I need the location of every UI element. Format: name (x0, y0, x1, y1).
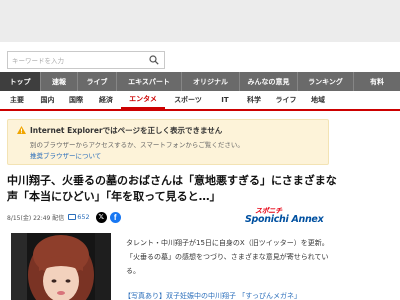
nav-tab-top[interactable]: トップ (0, 72, 41, 91)
category-tab-entertainment[interactable]: エンタメ (121, 91, 165, 109)
related-photo-link[interactable]: 【写真あり】双子妊娠中の中川翔子 「すっぴんメガネ」 (124, 291, 334, 300)
search-input[interactable] (12, 55, 142, 67)
category-tab-economy[interactable]: 経済 (91, 91, 121, 109)
browser-warning-notice: Internet Explorerではページを正しく表示できません 別のブラウザ… (7, 119, 329, 165)
search-box[interactable] (7, 51, 165, 69)
nav-tab-ranking[interactable]: ランキング (298, 72, 354, 91)
notice-title: Internet Explorerではページを正しく表示できません (30, 126, 223, 135)
logo-main-text: Sponichi Annex (245, 214, 324, 225)
category-tab-it[interactable]: IT (211, 91, 239, 109)
article-meta: 8/15(金) 22:49 配信 652 𝕏 f (7, 211, 121, 223)
article-photo[interactable] (11, 233, 111, 300)
nav-tab-expert[interactable]: エキスパート (117, 72, 182, 91)
sponichi-logo[interactable]: スポニチ Sponichi Annex (245, 206, 327, 228)
comment-count[interactable]: 652 (77, 213, 89, 221)
category-tab-domestic[interactable]: 国内 (34, 91, 61, 109)
category-tab-life[interactable]: ライフ (269, 91, 303, 109)
notice-message: 別のブラウザーからアクセスするか、スマートフォンからご覧ください。 (30, 141, 244, 149)
nav-tab-live[interactable]: ライブ (78, 72, 117, 91)
facebook-share-icon[interactable]: f (109, 211, 121, 223)
comment-icon[interactable] (68, 214, 77, 220)
photo-illustration (11, 233, 111, 300)
nav-tab-original[interactable]: オリジナル (182, 72, 240, 91)
category-nav: 主要 国内 国際 経済 エンタメ スポーツ IT 科学 ライフ 地域 (0, 91, 400, 111)
publish-date: 8/15(金) 22:49 配信 (7, 214, 65, 222)
warning-icon (17, 126, 26, 134)
category-tab-international[interactable]: 国際 (61, 91, 91, 109)
article-headline: 中川翔子、火垂るの墓のおばさんは「意地悪すぎる」にさまざまな声「本当にひどい」「… (7, 174, 337, 203)
article-lead: タレント・中川翔子が15日に自身のX（旧ツイッター）を更新。「火垂るの墓」の感想… (126, 239, 329, 275)
nav-tab-opinions[interactable]: みんなの意見 (240, 72, 298, 91)
nav-tab-breaking[interactable]: 速報 (41, 72, 78, 91)
search-icon[interactable] (149, 55, 159, 65)
category-tab-sports[interactable]: スポーツ (165, 91, 211, 109)
x-share-icon[interactable]: 𝕏 (95, 211, 107, 223)
category-tab-science[interactable]: 科学 (239, 91, 269, 109)
top-banner-area (0, 0, 400, 42)
category-tab-main[interactable]: 主要 (0, 91, 34, 109)
primary-nav: トップ 速報 ライブ エキスパート オリジナル みんなの意見 ランキング 有料 (0, 72, 400, 91)
category-tab-region[interactable]: 地域 (303, 91, 333, 109)
nav-tab-paid[interactable]: 有料 (354, 72, 400, 91)
recommended-browsers-link[interactable]: 推奨ブラウザーについて (30, 150, 101, 160)
